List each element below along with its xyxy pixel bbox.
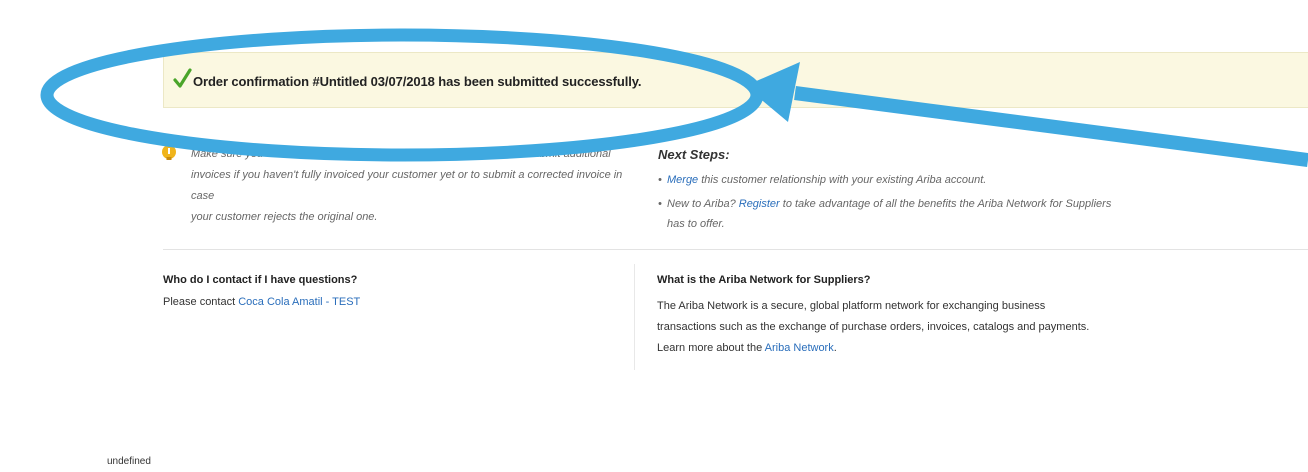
tip-line-1-end: submit additional bbox=[528, 148, 611, 160]
contact-title: Who do I contact if I have questions? bbox=[163, 274, 358, 286]
ariba-network-link[interactable]: Ariba Network bbox=[765, 342, 834, 354]
divider bbox=[163, 249, 1308, 250]
bullet: • bbox=[658, 174, 662, 186]
about-suffix: . bbox=[833, 342, 837, 354]
register-link[interactable]: Register bbox=[739, 198, 780, 210]
register-prefix: New to Ariba? bbox=[667, 198, 739, 210]
bullet: • bbox=[658, 198, 662, 210]
merge-text: this customer relationship with your exi… bbox=[698, 174, 987, 186]
column-divider bbox=[634, 264, 635, 370]
about-title: What is the Ariba Network for Suppliers? bbox=[657, 274, 871, 286]
footer-text: undefined bbox=[107, 456, 151, 467]
list-item: • New to Ariba? Register to take advanta… bbox=[658, 194, 1118, 234]
tip-line-1-start: Make sure you bbox=[191, 148, 264, 160]
list-item: • Merge this customer relationship with … bbox=[658, 170, 1118, 190]
merge-link[interactable]: Merge bbox=[667, 174, 698, 186]
tip-line-3: your customer rejects the original one. bbox=[191, 211, 378, 223]
about-body: The Ariba Network is a secure, global pl… bbox=[657, 300, 1090, 354]
next-steps-list: • Merge this customer relationship with … bbox=[658, 170, 1118, 234]
success-message: Order confirmation #Untitled 03/07/2018 … bbox=[193, 74, 642, 89]
success-banner: Order confirmation #Untitled 03/07/2018 … bbox=[163, 52, 1308, 108]
contact-text: Please contact Coca Cola Amatil - TEST bbox=[163, 296, 360, 308]
lightbulb-icon bbox=[162, 145, 176, 160]
about-text: The Ariba Network is a secure, global pl… bbox=[657, 296, 1097, 359]
next-steps-title: Next Steps: bbox=[658, 147, 730, 162]
tip-line-2: invoices if you haven't fully invoiced y… bbox=[191, 169, 623, 202]
checkmark-icon bbox=[173, 68, 192, 88]
contact-prefix: Please contact bbox=[163, 296, 239, 308]
tip-text: Make sure you submit additional invoices … bbox=[191, 144, 631, 228]
customer-link[interactable]: Coca Cola Amatil - TEST bbox=[238, 296, 360, 308]
